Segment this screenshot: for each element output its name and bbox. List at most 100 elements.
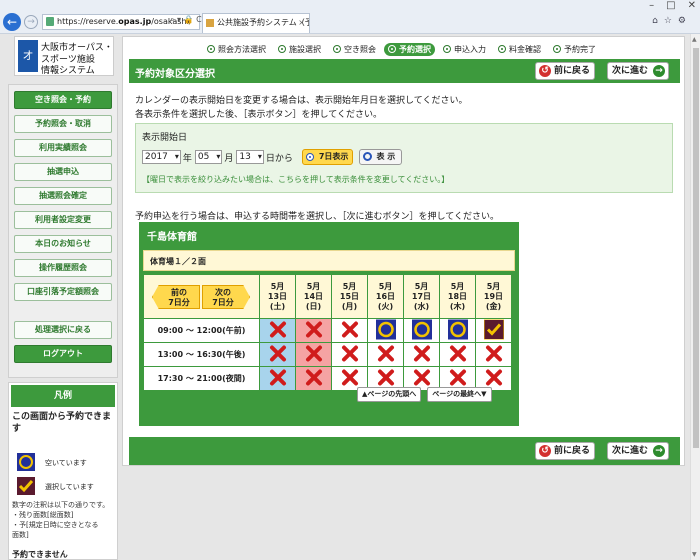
next-button[interactable]: 次に進む → bbox=[607, 62, 670, 80]
close-window-button[interactable]: ✕ bbox=[688, 0, 696, 11]
back-button[interactable]: ↺ 前に戻る bbox=[535, 442, 596, 460]
page-top-button[interactable]: ▲ページの先頭へ bbox=[357, 387, 422, 402]
maximize-button[interactable]: □ bbox=[666, 0, 675, 11]
step-item-current: 予約選択 bbox=[384, 42, 435, 56]
sidebar-item-account-debit[interactable]: 口座引落予定額照会 bbox=[14, 283, 112, 301]
browser-tab[interactable]: 公共施設予約システム（予... × bbox=[202, 13, 310, 33]
minimize-button[interactable]: – bbox=[649, 0, 654, 11]
seven-day-view-button[interactable]: 7日表示 bbox=[301, 149, 354, 165]
unavailable-cell bbox=[403, 342, 440, 367]
step-indicator: 照会方法選択 施設選択 空き照会 予約選択 申込入力 料金確認 予約完了 bbox=[203, 42, 683, 56]
available-icon bbox=[411, 319, 432, 342]
unavailable-cell bbox=[259, 342, 296, 367]
selected-check-icon bbox=[17, 477, 35, 495]
month-select[interactable]: 05 bbox=[194, 150, 223, 164]
show-button[interactable]: 表 示 bbox=[359, 149, 403, 165]
next-week-button[interactable]: 次の 7日分 bbox=[202, 285, 250, 309]
sidebar-item-lottery-apply[interactable]: 抽選申込 bbox=[14, 163, 112, 181]
year-select[interactable]: 2017 bbox=[142, 150, 181, 164]
site-logo[interactable]: オ 大阪市オーパス・ スポーツ施設 情報システム bbox=[14, 36, 114, 76]
date-filter-row: 2017 年 05 月 13 日から 7日表示 表 示 bbox=[142, 148, 403, 166]
unavailable-x-icon bbox=[341, 344, 359, 365]
day-select[interactable]: 13 bbox=[236, 150, 264, 164]
day-header: 5月 17日 (水) bbox=[403, 274, 440, 319]
unavailable-x-icon bbox=[485, 344, 503, 365]
legend-panel: 凡例 この画面から予約できます 空いています 選択しています 数字の注釈は以下の… bbox=[8, 382, 118, 560]
unavailable-x-icon bbox=[269, 344, 287, 365]
step-bullet-icon bbox=[443, 45, 451, 53]
back-arrow-icon[interactable]: ← bbox=[3, 13, 21, 31]
sidebar-item-usage-history[interactable]: 利用実績照会 bbox=[14, 139, 112, 157]
sidebar-menu: 空き照会・予約 予約照会・取消 利用実績照会 抽選申込 抽選照会確定 利用者設定… bbox=[8, 84, 118, 378]
unavailable-cell bbox=[295, 366, 332, 391]
panel-footer: ↺ 前に戻る 次に進む → bbox=[129, 437, 680, 465]
filter-hint-link[interactable]: 【曜日で表示を絞り込みたい場合は、こちらを押して表示条件を変更してください。】 bbox=[142, 174, 449, 185]
sidebar-item-today-notice[interactable]: 本日のお知らせ bbox=[14, 235, 112, 253]
unavailable-x-icon bbox=[269, 320, 287, 341]
page-title: 予約対象区分選択 bbox=[135, 69, 215, 80]
available-cell[interactable] bbox=[403, 318, 440, 343]
unavailable-cell bbox=[331, 318, 368, 343]
legend-heading: 凡例 bbox=[11, 385, 115, 407]
day-header: 5月 19日 (金) bbox=[475, 274, 512, 319]
page-icon bbox=[46, 17, 54, 26]
unavailable-cell bbox=[475, 342, 512, 367]
unavailable-x-icon bbox=[269, 368, 287, 389]
unavailable-cell bbox=[439, 342, 476, 367]
page-bottom-button[interactable]: ページの最終へ▼ bbox=[427, 387, 492, 402]
scroll-down-icon[interactable]: ▼ bbox=[692, 551, 697, 558]
day-header: 5月 15日 (月) bbox=[331, 274, 368, 319]
day-header: 5月 18日 (木) bbox=[439, 274, 476, 319]
unavailable-x-icon bbox=[449, 368, 467, 389]
step-item: 申込入力 bbox=[439, 43, 490, 56]
favicon-icon bbox=[206, 19, 214, 27]
sidebar-item-reservation-inquiry[interactable]: 予約照会・取消 bbox=[14, 115, 112, 133]
unavailable-x-icon bbox=[485, 368, 503, 389]
main-panel: 照会方法選択 施設選択 空き照会 予約選択 申込入力 料金確認 予約完了 予約対… bbox=[122, 36, 685, 466]
prev-week-button[interactable]: 前の 7日分 bbox=[152, 285, 200, 309]
page-nav: ▲ページの先頭へ ページの最終へ▼ bbox=[357, 387, 492, 402]
scrollbar[interactable]: ▲ ▼ bbox=[690, 34, 700, 560]
legend-selected: 選択しています bbox=[17, 477, 117, 497]
back-button[interactable]: ↺ 前に戻る bbox=[535, 62, 596, 80]
scrollbar-thumb[interactable] bbox=[693, 48, 699, 448]
panel-titlebar: 予約対象区分選択 ↺ 前に戻る 次に進む → bbox=[129, 59, 680, 83]
selected-cell[interactable] bbox=[475, 318, 512, 343]
back-arrow-icon: ↺ bbox=[539, 445, 551, 457]
unavailable-cell bbox=[331, 342, 368, 367]
table-header-row: 前の 7日分 次の 7日分 5月 13日 (土) 5月 14日 (日) 5月 15日 (月) 5月 16… bbox=[143, 274, 512, 319]
magnifier-icon bbox=[363, 152, 373, 161]
sidebar-item-operation-log[interactable]: 操作履歴照会 bbox=[14, 259, 112, 277]
legend-cannot-reserve: 予約できません bbox=[12, 550, 68, 559]
forward-arrow-icon[interactable]: → bbox=[24, 15, 38, 29]
sidebar-item-vacancy-reserve[interactable]: 空き照会・予約 bbox=[14, 91, 112, 109]
step-bullet-icon bbox=[333, 45, 341, 53]
sidebar-item-lottery-confirm[interactable]: 抽選照会確定 bbox=[14, 187, 112, 205]
available-icon bbox=[447, 319, 468, 342]
time-slot-label: 13:00 ～ 16:30(午後) bbox=[143, 342, 260, 367]
logout-button[interactable]: ログアウト bbox=[14, 345, 112, 363]
available-cell[interactable] bbox=[367, 318, 404, 343]
sidebar-item-user-settings[interactable]: 利用者設定変更 bbox=[14, 211, 112, 229]
browser-tools-icons[interactable]: ⌂☆⚙ bbox=[652, 16, 692, 26]
available-cell[interactable] bbox=[439, 318, 476, 343]
date-filter-label: 表示開始日 bbox=[142, 133, 188, 143]
step-bullet-icon bbox=[388, 45, 396, 53]
step-item: 予約完了 bbox=[549, 43, 600, 56]
step-bullet-icon bbox=[278, 45, 286, 53]
available-icon bbox=[375, 319, 396, 342]
step-item: 料金確認 bbox=[494, 43, 545, 56]
address-tools[interactable]: ⌕ ▾ 🔒 C bbox=[170, 15, 202, 25]
scroll-up-icon[interactable]: ▲ bbox=[692, 36, 697, 43]
logo-mark: オ bbox=[18, 40, 38, 72]
next-button[interactable]: 次に進む → bbox=[607, 442, 670, 460]
table-row: 09:00 ～ 12:00(午前) bbox=[143, 318, 512, 343]
unavailable-cell bbox=[259, 366, 296, 391]
unavailable-x-icon bbox=[413, 344, 431, 365]
step-item: 施設選択 bbox=[274, 43, 325, 56]
sidebar-item-return-menu[interactable]: 処理選択に戻る bbox=[14, 321, 112, 339]
unavailable-x-icon bbox=[449, 344, 467, 365]
close-tab-icon[interactable]: × bbox=[298, 14, 305, 32]
window-controls: – □ ✕ bbox=[649, 0, 696, 11]
facility-name: 千島体育館 bbox=[147, 232, 197, 243]
